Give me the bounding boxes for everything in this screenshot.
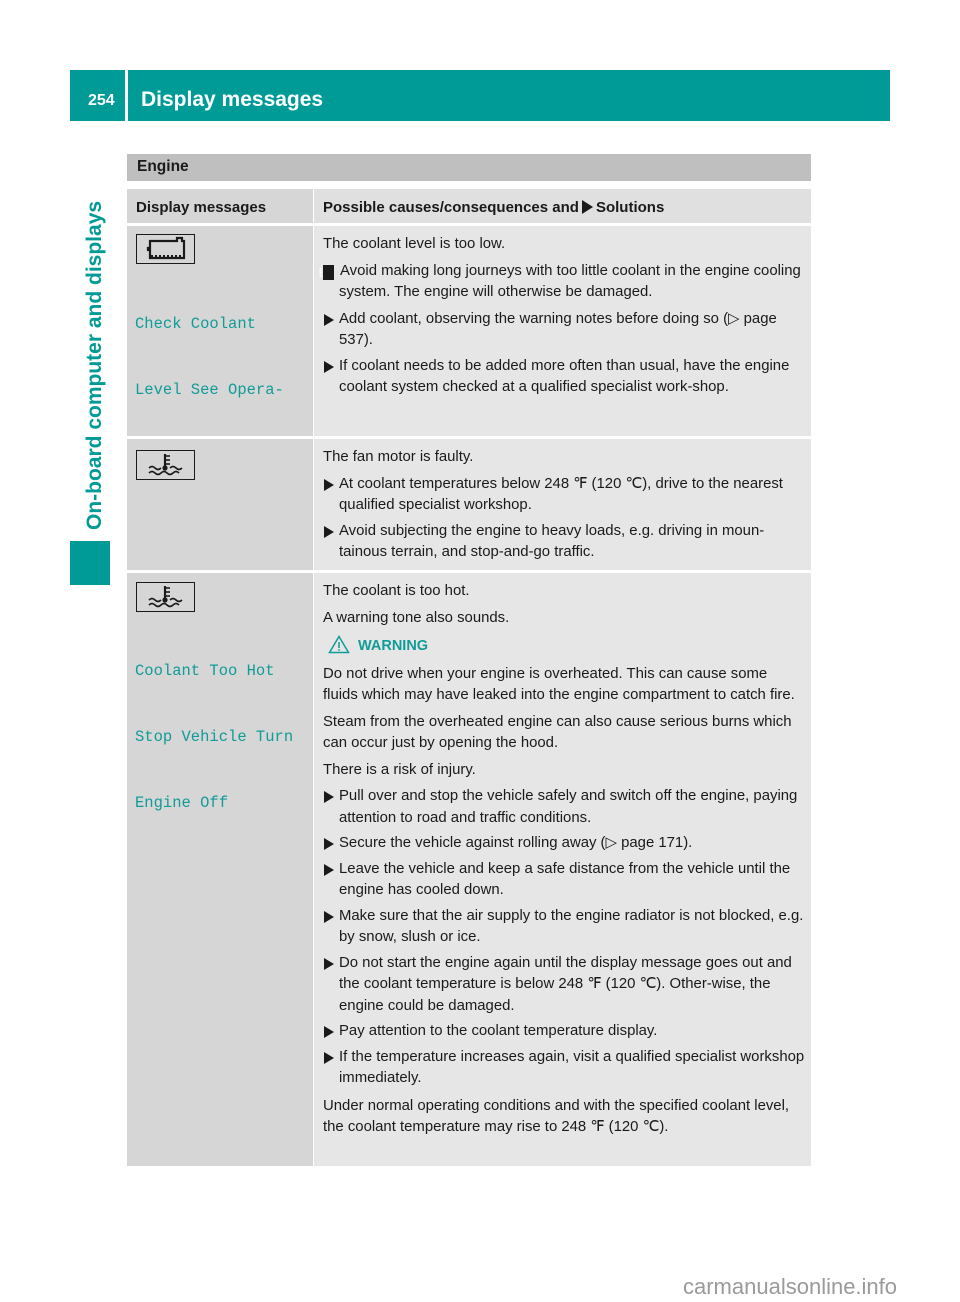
solutions-cell: The coolant is too hot. A warning tone a… xyxy=(314,573,811,1166)
solution-step: Make sure that the air supply to the eng… xyxy=(323,906,805,949)
display-message-line: Engine Off xyxy=(135,794,229,812)
solutions-cell: The fan motor is faulty. At coolant temp… xyxy=(314,439,811,570)
solution-step: Add coolant, observing the warning notes… xyxy=(323,309,805,352)
warning-triangle-icon xyxy=(328,635,350,654)
column-header-display-label: Display messages xyxy=(136,199,267,216)
warning-label: WARNING xyxy=(358,638,429,654)
exclamation-icon: ! xyxy=(318,264,334,280)
display-message-line: Stop Vehicle Turn xyxy=(135,728,294,746)
solution-step: Avoid subjecting the engine to heavy loa… xyxy=(323,521,805,564)
coolant-temperature-icon xyxy=(136,450,195,480)
watermark: carmanualsonline.info xyxy=(683,1274,898,1299)
chapter-title: Display messages xyxy=(141,88,324,111)
column-header-solutions-label: Solutions xyxy=(595,199,665,216)
note-text: Avoid making long journeys with too litt… xyxy=(339,262,801,301)
table-row: Check Coolant Level See Opera- tor's Man… xyxy=(127,226,811,465)
solution-step: Pay attention to the coolant temperature… xyxy=(323,1021,805,1043)
warning-text: Do not drive when your engine is overhea… xyxy=(323,665,795,704)
cause-text: The coolant level is too low. xyxy=(323,236,506,252)
chapter-header: Display messages xyxy=(128,70,890,121)
solutions-cell: The coolant level is too low. ! Avoid mak… xyxy=(314,226,811,436)
solution-step: Pull over and stop the vehicle safely an… xyxy=(323,786,805,829)
section-title: Engine xyxy=(137,158,189,175)
page-number: 254 xyxy=(88,92,115,109)
solution-step: Do not start the engine again until the … xyxy=(323,953,805,1018)
warning-text: There is a risk of injury. xyxy=(323,761,476,778)
solution-step: At coolant temperatures below 248 ℉ (120… xyxy=(323,474,805,517)
column-header-display: Display messages xyxy=(127,189,313,223)
cause-text-secondary: A warning tone also sounds. xyxy=(323,609,510,626)
warning-heading: WARNING xyxy=(328,635,805,658)
solution-step: If coolant needs to be added more often … xyxy=(323,356,805,399)
side-tab-label: On-board computer and displays xyxy=(83,200,106,530)
display-message-line: Check Coolant xyxy=(135,315,256,333)
display-message-line: Level See Opera- xyxy=(135,381,284,399)
section-header: Engine xyxy=(127,154,811,181)
table-row: Coolant Too Hot Stop Vehicle Turn Engine… xyxy=(127,573,811,1166)
cause-text: The coolant is too hot. xyxy=(323,583,470,599)
display-message-line: Coolant Too Hot xyxy=(135,662,275,680)
column-header-causes-label: Possible causes/consequences and xyxy=(323,199,579,216)
table-row: The fan motor is faulty. At coolant temp… xyxy=(127,439,811,570)
display-cell: Coolant Too Hot Stop Vehicle Turn Engine… xyxy=(127,573,313,1166)
coolant-reservoir-icon xyxy=(136,234,195,264)
display-cell: Check Coolant Level See Opera- tor's Man… xyxy=(127,226,313,465)
cause-text: The fan motor is faulty. xyxy=(323,449,474,465)
warning-text: Steam from the overheated engine can als… xyxy=(323,713,792,752)
damage-note: ! Avoid making long journeys with too lit… xyxy=(318,261,805,304)
solution-step: Leave the vehicle and keep a safe distan… xyxy=(323,859,805,902)
display-cell xyxy=(127,439,313,570)
column-header-causes: Possible causes/consequences and Solution… xyxy=(314,189,811,223)
coolant-temperature-icon xyxy=(136,582,195,612)
side-tab-marker xyxy=(70,541,110,585)
solution-step: Secure the vehicle against rolling away … xyxy=(323,833,805,855)
footer-note: Under normal operating conditions and wi… xyxy=(323,1097,790,1136)
solution-step: If the temperature increases again, visi… xyxy=(323,1047,805,1090)
solution-arrow-icon xyxy=(581,200,593,214)
